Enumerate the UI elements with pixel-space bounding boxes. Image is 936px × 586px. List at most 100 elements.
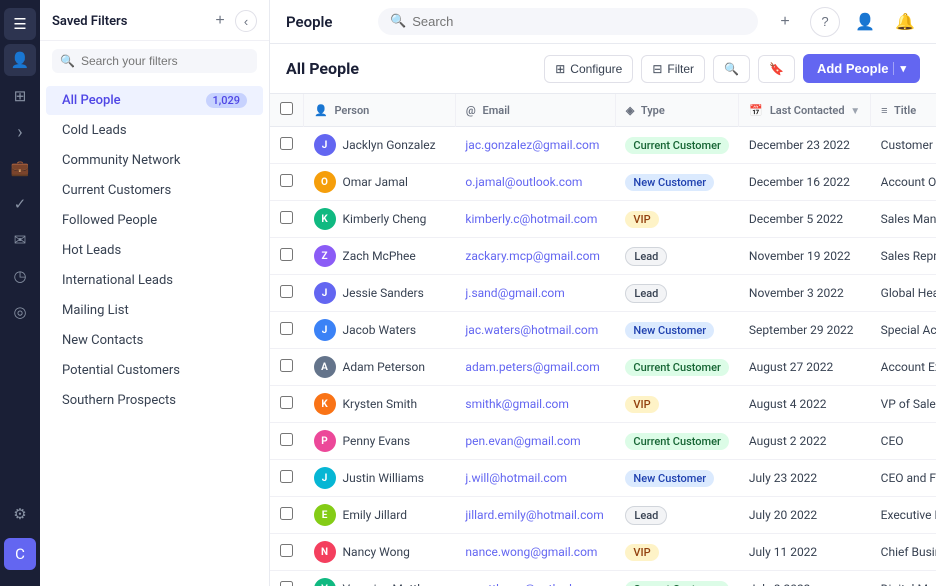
row-checkbox[interactable] — [280, 137, 293, 150]
email-link[interactable]: pen.evan@gmail.com — [465, 434, 580, 448]
email-cell[interactable]: kimberly.c@hotmail.com — [455, 201, 615, 238]
sidebar-filter-item[interactable]: Current Customers — [46, 176, 263, 205]
email-link[interactable]: smithk@gmail.com — [465, 397, 568, 411]
email-cell[interactable]: pen.evan@gmail.com — [455, 423, 615, 460]
chart-nav-icon[interactable]: ◎ — [4, 296, 36, 328]
email-link[interactable]: jac.waters@hotmail.com — [465, 323, 598, 337]
row-checkbox[interactable] — [280, 359, 293, 372]
row-checkbox[interactable] — [280, 433, 293, 446]
email-link[interactable]: jillard.emily@hotmail.com — [465, 508, 603, 522]
bookmark-button[interactable]: 🔖 — [758, 55, 795, 83]
person-cell[interactable]: A Adam Peterson — [304, 349, 456, 386]
help-button[interactable]: ? — [810, 7, 840, 37]
title-col-header[interactable]: ≡ Title — [871, 94, 936, 127]
type-cell: VIP — [615, 201, 739, 238]
sidebar-filter-item[interactable]: Community Network — [46, 146, 263, 175]
person-cell[interactable]: K Kimberly Cheng — [304, 201, 456, 238]
last-contacted-cell: July 11 2022 — [739, 534, 871, 571]
filter-label: New Contacts — [62, 333, 143, 348]
email-link[interactable]: adam.peters@gmail.com — [465, 360, 599, 374]
user-button[interactable]: 👤 — [850, 7, 880, 37]
add-button[interactable]: + — [770, 7, 800, 37]
briefcase-nav-icon[interactable]: 💼 — [4, 152, 36, 184]
person-cell[interactable]: J Justin Williams — [304, 460, 456, 497]
row-checkbox[interactable] — [280, 248, 293, 261]
sidebar-filter-item[interactable]: Followed People — [46, 206, 263, 235]
person-cell[interactable]: O Omar Jamal — [304, 164, 456, 201]
row-checkbox[interactable] — [280, 285, 293, 298]
search-table-button[interactable]: 🔍 — [713, 55, 750, 83]
email-link[interactable]: o.jamal@outlook.com — [465, 175, 582, 189]
email-cell[interactable]: zackary.mcp@gmail.com — [455, 238, 615, 275]
email-cell[interactable]: j.sand@gmail.com — [455, 275, 615, 312]
configure-button[interactable]: ⊞ Configure — [544, 55, 633, 83]
sidebar-filter-item[interactable]: International Leads — [46, 266, 263, 295]
person-cell[interactable]: J Jacklyn Gonzalez — [304, 127, 456, 164]
type-badge: Current Customer — [625, 581, 729, 586]
filter-label: Hot Leads — [62, 243, 121, 258]
person-name: Jacklyn Gonzalez — [343, 138, 436, 152]
email-cell[interactable]: vmatthews@outlook.com — [455, 571, 615, 586]
sidebar-filter-item[interactable]: New Contacts — [46, 326, 263, 355]
email-link[interactable]: jac.gonzalez@gmail.com — [465, 138, 599, 152]
settings-nav-icon[interactable]: ⚙ — [4, 498, 36, 530]
email-cell[interactable]: jillard.emily@hotmail.com — [455, 497, 615, 534]
person-cell[interactable]: J Jessie Sanders — [304, 275, 456, 312]
person-cell[interactable]: N Nancy Wong — [304, 534, 456, 571]
email-cell[interactable]: jac.waters@hotmail.com — [455, 312, 615, 349]
email-link[interactable]: j.sand@gmail.com — [465, 286, 564, 300]
filter-button[interactable]: ⊟ Filter — [641, 55, 705, 83]
row-checkbox[interactable] — [280, 211, 293, 224]
person-cell[interactable]: K Krysten Smith — [304, 386, 456, 423]
email-cell[interactable]: jac.gonzalez@gmail.com — [455, 127, 615, 164]
sidebar-filter-item[interactable]: Cold Leads — [46, 116, 263, 145]
row-checkbox[interactable] — [280, 507, 293, 520]
sidebar-filter-item[interactable]: Southern Prospects — [46, 386, 263, 415]
email-cell[interactable]: smithk@gmail.com — [455, 386, 615, 423]
last-contacted-col-header[interactable]: 📅 Last Contacted ▼ — [739, 94, 871, 127]
email-col-header[interactable]: @ Email — [455, 94, 615, 127]
email-link[interactable]: vmatthews@outlook.com — [465, 582, 602, 586]
email-link[interactable]: kimberly.c@hotmail.com — [465, 212, 597, 226]
email-cell[interactable]: adam.peters@gmail.com — [455, 349, 615, 386]
bell-button[interactable]: 🔔 — [890, 7, 920, 37]
mail-nav-icon[interactable]: ✉ — [4, 224, 36, 256]
menu-icon[interactable]: ☰ — [4, 8, 36, 40]
row-checkbox[interactable] — [280, 581, 293, 586]
sidebar-filter-item[interactable]: Hot Leads — [46, 236, 263, 265]
email-link[interactable]: zackary.mcp@gmail.com — [465, 249, 600, 263]
clock-nav-icon[interactable]: ◷ — [4, 260, 36, 292]
row-checkbox[interactable] — [280, 396, 293, 409]
row-checkbox[interactable] — [280, 174, 293, 187]
add-people-button[interactable]: Add People ▾ — [803, 54, 920, 83]
person-cell[interactable]: J Jacob Waters — [304, 312, 456, 349]
select-all-checkbox[interactable] — [280, 102, 293, 115]
person-cell[interactable]: Z Zach McPhee — [304, 238, 456, 275]
sidebar-filter-item[interactable]: All People1,029 — [46, 86, 263, 115]
person-cell[interactable]: E Emily Jillard — [304, 497, 456, 534]
row-checkbox[interactable] — [280, 322, 293, 335]
add-filter-button[interactable]: + — [209, 10, 231, 32]
person-cell[interactable]: V Veronica Matthews — [304, 571, 456, 586]
email-link[interactable]: j.will@hotmail.com — [465, 471, 567, 485]
type-col-header[interactable]: ◈ Type — [615, 94, 739, 127]
person-nav-icon[interactable]: 👤 — [4, 44, 36, 76]
person-col-header[interactable]: 👤 Person — [304, 94, 456, 127]
person-cell[interactable]: P Penny Evans — [304, 423, 456, 460]
search-input[interactable] — [81, 54, 249, 68]
grid-nav-icon[interactable]: ⊞ — [4, 80, 36, 112]
sidebar-filter-item[interactable]: Mailing List — [46, 296, 263, 325]
table-wrap[interactable]: 👤 Person @ Email ◈ Type 📅 — [270, 94, 936, 586]
global-search-input[interactable] — [412, 14, 746, 29]
email-cell[interactable]: o.jamal@outlook.com — [455, 164, 615, 201]
email-cell[interactable]: j.will@hotmail.com — [455, 460, 615, 497]
filter-label: International Leads — [62, 273, 173, 288]
chevron-nav-icon[interactable]: › — [4, 116, 36, 148]
email-link[interactable]: nance.wong@gmail.com — [465, 545, 597, 559]
row-checkbox[interactable] — [280, 470, 293, 483]
check-nav-icon[interactable]: ✓ — [4, 188, 36, 220]
email-cell[interactable]: nance.wong@gmail.com — [455, 534, 615, 571]
sidebar-filter-item[interactable]: Potential Customers — [46, 356, 263, 385]
back-button[interactable]: ‹ — [235, 10, 257, 32]
row-checkbox[interactable] — [280, 544, 293, 557]
